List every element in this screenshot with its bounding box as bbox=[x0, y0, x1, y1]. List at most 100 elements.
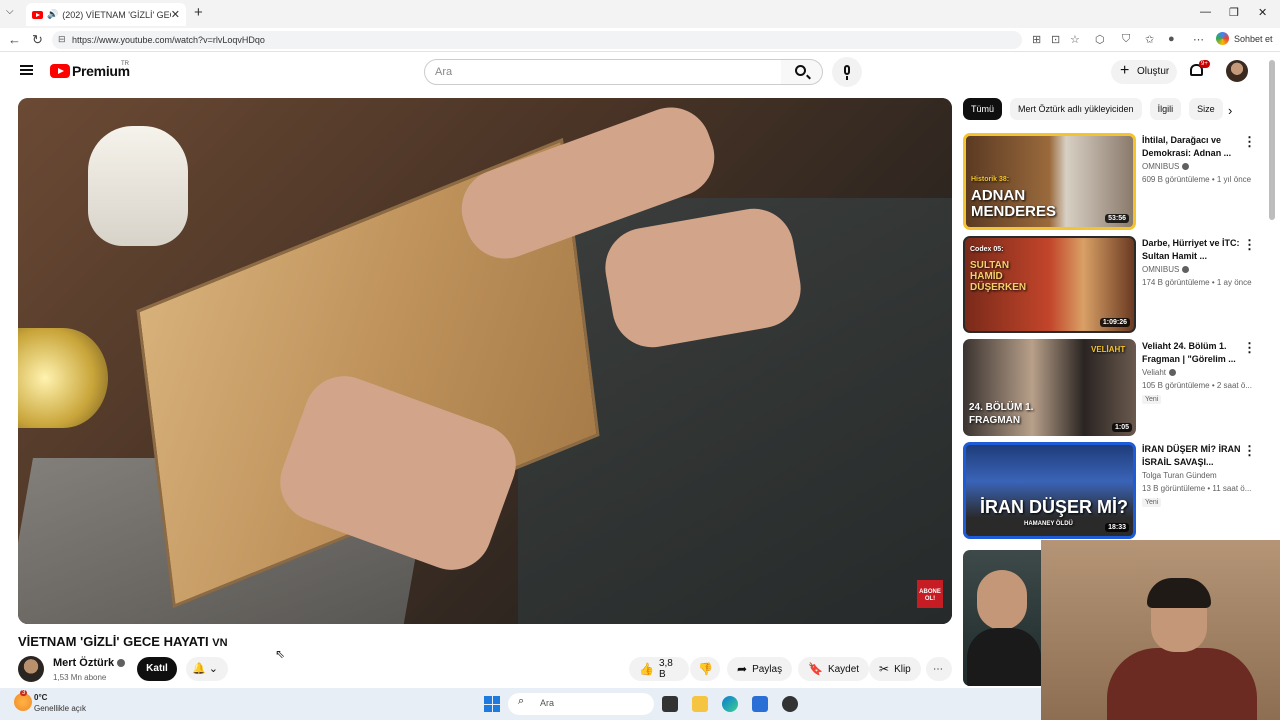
video-thumbnail[interactable]: İRAN DÜŞER Mİ? HAMANEY ÖLDÜ 18:33 bbox=[963, 442, 1136, 539]
duration-badge: 1:05 bbox=[1111, 423, 1132, 432]
save-label: Kaydet bbox=[827, 663, 860, 675]
recommendation-item[interactable]: VELİAHT 24. BÖLÜM 1. FRAGMAN 1:05 Veliah… bbox=[963, 339, 1263, 437]
recommendation-channel[interactable]: Veliaht bbox=[1142, 368, 1177, 377]
video-thumbnail[interactable] bbox=[963, 550, 1041, 686]
channel-avatar[interactable] bbox=[18, 656, 44, 682]
video-thumbnail[interactable]: Historik 38: ADNAN MENDERES 53:56 bbox=[963, 133, 1136, 230]
close-tab-icon[interactable]: ✕ bbox=[171, 8, 180, 21]
menu-icon[interactable] bbox=[20, 65, 33, 75]
recommendation-title[interactable]: Darbe, Hürriyet ve İTC: Sultan Hamit ... bbox=[1142, 237, 1242, 263]
close-window-icon[interactable]: ✕ bbox=[1258, 6, 1267, 19]
minimize-icon[interactable]: — bbox=[1200, 6, 1211, 18]
search-input[interactable]: Ara bbox=[424, 59, 782, 85]
browser-tab[interactable]: 🔊 (202) VİETNAM 'GİZLİ' GECE HAYATI ✕ bbox=[26, 3, 186, 26]
channel-name[interactable]: Mert Öztürk bbox=[53, 657, 126, 669]
search-icon bbox=[795, 65, 806, 76]
share-label: Paylaş bbox=[752, 663, 783, 675]
recommendation-item[interactable]: Historik 38: ADNAN MENDERES 53:56 İhtila… bbox=[963, 133, 1263, 231]
favorites-icon[interactable]: ✩ bbox=[1145, 33, 1154, 46]
windows-start-icon[interactable] bbox=[484, 696, 500, 712]
browser-tab-bar: ⌵ 🔊 (202) VİETNAM 'GİZLİ' GECE HAYATI ✕ … bbox=[0, 0, 1280, 28]
profile-icon[interactable]: ● bbox=[1168, 33, 1175, 45]
recommendation-channel[interactable]: OMNIBUS bbox=[1142, 162, 1190, 171]
chip-for-you[interactable]: Size bbox=[1189, 98, 1224, 120]
speaker-icon[interactable]: 🔊 bbox=[47, 9, 58, 20]
apps-icon[interactable]: ⊡ bbox=[1051, 33, 1060, 46]
create-label: Oluştur bbox=[1137, 66, 1170, 77]
extensions-icon[interactable]: ⬡ bbox=[1095, 33, 1105, 46]
notifications-button[interactable]: 9+ bbox=[1190, 60, 1210, 77]
shield-icon[interactable]: ⛉ bbox=[1122, 33, 1130, 46]
verified-icon bbox=[1169, 369, 1177, 377]
temperature: 0°C bbox=[34, 693, 48, 702]
more-options-icon[interactable]: ⋯ bbox=[1193, 33, 1204, 46]
refresh-icon[interactable]: ↻ bbox=[32, 32, 43, 48]
restore-icon[interactable]: ❐ bbox=[1229, 6, 1239, 19]
more-vertical-icon[interactable]: ⋮ bbox=[1243, 237, 1256, 253]
account-avatar[interactable] bbox=[1226, 60, 1248, 82]
favorite-star-icon[interactable]: ☆ bbox=[1070, 33, 1080, 46]
thumbs-down-icon: 👎 bbox=[698, 662, 713, 676]
scrollbar[interactable] bbox=[1269, 60, 1275, 220]
share-button[interactable]: ➦ Paylaş bbox=[727, 657, 793, 681]
recommendation-channel[interactable]: OMNIBUS bbox=[1142, 265, 1190, 274]
recommendation-channel[interactable]: Tolga Turan Gündem bbox=[1142, 471, 1217, 480]
chevron-right-icon[interactable]: › bbox=[1228, 103, 1232, 118]
recommendation-meta: 105 B görüntüleme • 2 saat ö... bbox=[1142, 381, 1252, 390]
bookmark-icon: 🔖 bbox=[808, 662, 823, 676]
recommendation-title[interactable]: İhtilal, Darağacı ve Demokrasi: Adnan ..… bbox=[1142, 134, 1242, 160]
more-vertical-icon[interactable]: ⋮ bbox=[1243, 340, 1256, 356]
region-code: TR bbox=[121, 61, 129, 67]
more-actions-button[interactable]: ⋯ bbox=[926, 657, 952, 681]
cup-image bbox=[88, 126, 188, 246]
share-icon: ➦ bbox=[737, 662, 748, 676]
like-button[interactable]: 👍 3,8 B bbox=[629, 657, 689, 681]
join-button[interactable]: Katıl bbox=[137, 657, 177, 681]
store-icon[interactable] bbox=[752, 696, 768, 712]
translate-icon[interactable]: ⊞ bbox=[1032, 33, 1041, 46]
chip-all[interactable]: Tümü bbox=[963, 98, 1003, 120]
tab-list-icon[interactable]: ⌵ bbox=[6, 6, 14, 17]
weather-icon[interactable]: 3 bbox=[14, 690, 32, 711]
thumbs-up-icon: 👍 bbox=[639, 662, 654, 676]
file-explorer-icon[interactable] bbox=[692, 696, 708, 712]
weather-badge: 3 bbox=[20, 690, 28, 696]
more-horizontal-icon: ⋯ bbox=[933, 663, 943, 675]
plus-icon: + bbox=[1120, 62, 1130, 79]
video-thumbnail[interactable]: VELİAHT 24. BÖLÜM 1. FRAGMAN 1:05 bbox=[963, 339, 1136, 436]
task-view-icon[interactable] bbox=[662, 696, 678, 712]
recommendation-item[interactable]: Codex 05: SULTAN HAMİD DÜŞERKEN 1:09:26 … bbox=[963, 236, 1263, 334]
bell-icon: 🔔 bbox=[192, 663, 206, 675]
video-title-suffix: VN bbox=[212, 637, 228, 649]
new-tab-icon[interactable]: + bbox=[194, 4, 203, 21]
video-player[interactable]: ABONE OL! bbox=[18, 98, 952, 624]
back-icon[interactable]: ← bbox=[8, 32, 21, 47]
chip-related[interactable]: İlgili bbox=[1149, 98, 1182, 120]
copilot-button[interactable]: Sohbet et bbox=[1216, 32, 1273, 45]
voice-search-button[interactable] bbox=[832, 57, 862, 87]
search-button[interactable] bbox=[781, 59, 823, 85]
taskbar-search-input[interactable]: ⌕ Ara bbox=[508, 693, 654, 715]
subscribe-watermark[interactable]: ABONE OL! bbox=[917, 580, 943, 608]
webcam-overlay bbox=[1041, 540, 1280, 720]
scissors-icon: ✂ bbox=[879, 662, 890, 676]
dislike-button[interactable]: 👎 bbox=[690, 657, 720, 681]
more-vertical-icon[interactable]: ⋮ bbox=[1243, 134, 1256, 150]
save-button[interactable]: 🔖 Kaydet bbox=[798, 657, 870, 681]
video-thumbnail[interactable]: Codex 05: SULTAN HAMİD DÜŞERKEN 1:09:26 bbox=[963, 236, 1136, 333]
chip-from-uploader[interactable]: Mert Öztürk adlı yükleyiciden bbox=[1010, 98, 1142, 120]
clip-button[interactable]: ✂ Klip bbox=[869, 657, 921, 681]
subscription-notification-button[interactable]: 🔔 ⌄ bbox=[186, 657, 228, 681]
recommendation-title[interactable]: Veliaht 24. Bölüm 1. Fragman | "Görelim … bbox=[1142, 340, 1242, 366]
copilot-icon bbox=[1216, 32, 1229, 45]
create-button[interactable]: + Oluştur bbox=[1111, 60, 1177, 84]
notification-badge: 9+ bbox=[1199, 60, 1210, 68]
site-info-icon[interactable]: ⊟ bbox=[58, 34, 66, 45]
url-field[interactable]: ⊟ https://www.youtube.com/watch?v=rlvLoq… bbox=[52, 31, 1022, 49]
recommendation-item[interactable]: İRAN DÜŞER Mİ? HAMANEY ÖLDÜ 18:33 İRAN D… bbox=[963, 442, 1263, 540]
edge-icon[interactable] bbox=[722, 696, 738, 712]
app-icon[interactable] bbox=[782, 696, 798, 712]
recommendation-title[interactable]: İRAN DÜŞER Mİ? İRAN İSRAİL SAVAŞI... bbox=[1142, 443, 1242, 469]
more-vertical-icon[interactable]: ⋮ bbox=[1243, 443, 1256, 459]
youtube-logo[interactable]: Premium TR bbox=[50, 61, 130, 79]
